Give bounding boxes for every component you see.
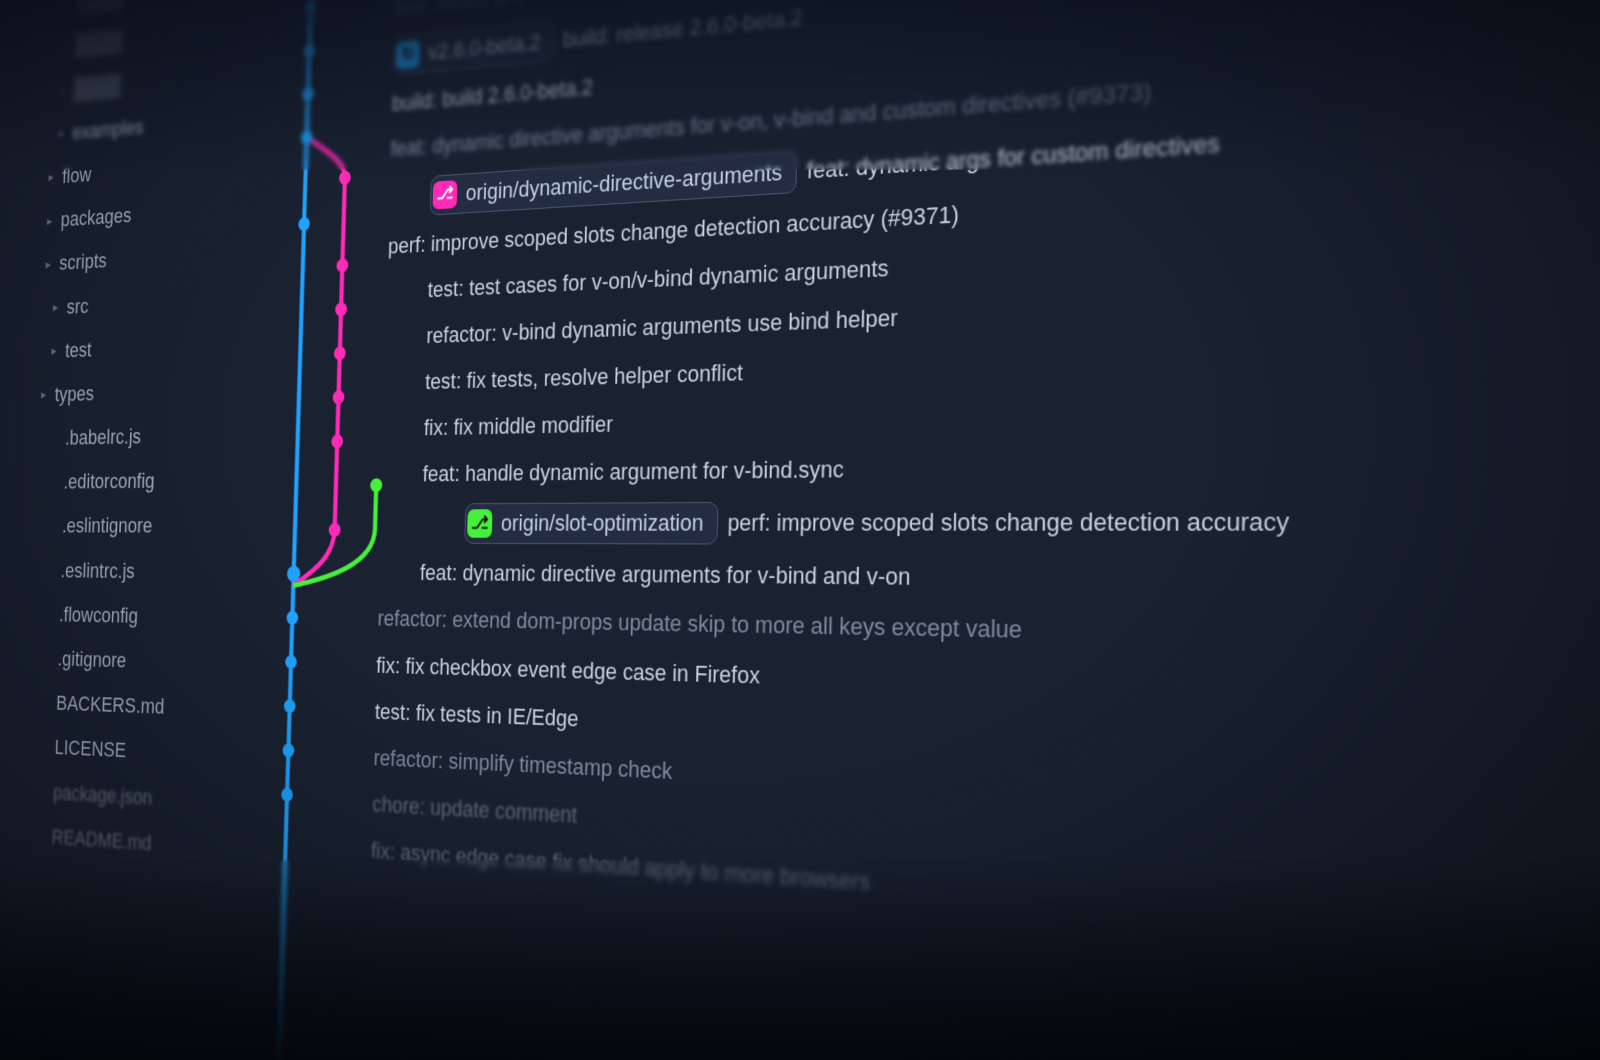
commit-message: refactor: simplify timestamp check [373, 741, 673, 790]
file-tree: ▸████▸████▸████▸████▸examples▸flow▸packa… [1, 0, 275, 1060]
chevron-right-icon: ▸ [56, 122, 67, 143]
sidebar-file--eslintrc-js[interactable]: .eslintrc.js [27, 548, 255, 595]
ref-tag-origin-slot-optimization[interactable]: ⎇ origin/slot-optimization [464, 502, 718, 545]
sidebar-file--eslintignore[interactable]: .eslintignore [29, 503, 257, 549]
sidebar-folder-types[interactable]: ▸types [33, 366, 261, 417]
branch-icon: ⎇ [467, 509, 492, 538]
folder-label: examples [72, 110, 144, 149]
file-label: .eslintrc.js [60, 554, 135, 588]
chevron-right-icon: ▸ [49, 340, 60, 361]
sidebar-folder-test[interactable]: ▸test [35, 320, 262, 373]
commit-message: refactor: extend dom-props update skip t… [377, 602, 1022, 650]
folder-label: src [66, 289, 89, 323]
chevron-right-icon: ▸ [44, 210, 55, 231]
commit-message: perf: improve scoped slots change detect… [727, 503, 1289, 543]
file-label: LICENSE [54, 731, 126, 768]
sidebar-file--gitignore[interactable]: .gitignore [24, 636, 252, 687]
file-label: .flowconfig [59, 598, 139, 633]
chevron-right-icon: ▸ [43, 253, 54, 274]
folder-label: test [65, 333, 93, 367]
file-label: BACKERS.md [56, 686, 165, 723]
ref-label: origin/slot-optimization [501, 505, 704, 541]
sidebar-file--babelrc-js[interactable]: .babelrc.js [32, 411, 260, 460]
file-label: package.json [53, 775, 153, 814]
folder-label: packages [60, 199, 132, 236]
commit-row[interactable]: ⎇ origin/slot-optimization perf: improve s… [380, 486, 1600, 558]
chevron-right-icon: ▸ [50, 296, 61, 317]
folder-label: scripts [59, 244, 108, 279]
file-label: .babelrc.js [65, 420, 142, 455]
commit-message: chore: update comment [372, 787, 578, 833]
file-label: .editorconfig [63, 464, 155, 498]
file-label: README.md [51, 820, 152, 860]
chevron-right-icon: ▸ [38, 384, 49, 405]
file-label: .eslintignore [62, 509, 153, 543]
file-label: .gitignore [57, 642, 127, 677]
sidebar-file--editorconfig[interactable]: .editorconfig [30, 457, 258, 504]
git-log-panel: build: build 2.6.0-beta.3build: fix feat… [233, 0, 1600, 1060]
commit-message: test: fix tests, resolve helper conflict [425, 355, 743, 399]
folder-label: types [54, 377, 94, 411]
commit-message: feat: handle dynamic argument for v-bind… [422, 451, 844, 491]
sidebar-file--flowconfig[interactable]: .flowconfig [26, 592, 254, 641]
chevron-right-icon: ▸ [46, 166, 57, 187]
commit-message: feat: dynamic directive arguments for v-… [419, 556, 910, 596]
folder-label: flow [62, 158, 92, 193]
